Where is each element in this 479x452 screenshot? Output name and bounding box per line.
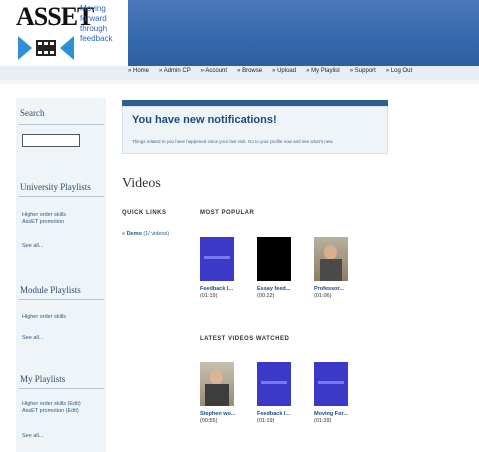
video-duration: (01:06) (314, 293, 332, 299)
main-nav: » Home » Admin CP » Account » Browse » U… (128, 68, 412, 74)
videos-title: Videos (122, 176, 161, 191)
logo-tagline: Moving forward through feedback (80, 4, 113, 43)
video-title: Feedback I... (257, 411, 291, 417)
notification-text: Things related to you have happened sinc… (132, 139, 334, 144)
university-see-all-link[interactable]: See all... (22, 243, 43, 250)
video-title: Moving For... (314, 411, 348, 417)
video-thumbnail[interactable] (314, 237, 348, 281)
video-caption[interactable]: Moving For... (01:29) (314, 411, 348, 425)
university-playlists-title: University Playlists (20, 182, 91, 192)
module-playlists-title: Module Playlists (20, 285, 81, 295)
video-caption[interactable]: Professor... (01:06) (314, 286, 344, 300)
nav-admin-cp[interactable]: » Admin CP (159, 68, 191, 74)
list-item[interactable]: Higher order skills (22, 314, 66, 321)
video-caption[interactable]: Stephen wo... (00:55) (200, 411, 235, 425)
sidebar (16, 98, 106, 452)
nav-bar-lower (0, 80, 479, 84)
video-thumbnail[interactable] (200, 362, 234, 406)
my-see-all-link[interactable]: See all... (22, 433, 43, 440)
video-title: Feedback I... (200, 286, 234, 292)
nav-browse[interactable]: » Browse (237, 68, 262, 74)
nav-upload[interactable]: » Upload (272, 68, 296, 74)
video-duration: (01:19) (257, 418, 275, 424)
nav-my-playlist[interactable]: » My Playlist (306, 68, 340, 74)
video-thumbnail[interactable] (314, 362, 348, 406)
divider (18, 196, 104, 197)
list-item[interactable]: Higher order skills (Edit) (22, 401, 81, 408)
notification-title: You have new notifications! (132, 114, 277, 126)
video-title: Professor... (314, 286, 344, 292)
university-playlist-list: Higher order skills AssET promotion (22, 212, 66, 226)
nav-support[interactable]: » Support (350, 68, 376, 74)
logo[interactable]: ASSET Moving forward through feedback (0, 0, 128, 66)
module-see-all-link[interactable]: See all... (22, 335, 43, 342)
latest-watched-title: LATEST VIDEOS WATCHED (200, 336, 290, 342)
most-popular-title: MOST POPULAR (200, 210, 255, 216)
list-item[interactable]: AssET promotion (22, 219, 66, 226)
video-duration: (01:29) (314, 418, 332, 424)
nav-log-out[interactable]: » Log Out (386, 68, 412, 74)
video-thumbnail[interactable] (257, 362, 291, 406)
quick-link-demo[interactable]: » Demo (1/ videos) (122, 231, 169, 237)
video-title: Essay feed... (257, 286, 291, 292)
quick-links-title: QUICK LINKS (122, 210, 167, 216)
video-duration: (01:19) (200, 293, 218, 299)
divider (18, 124, 104, 125)
search-input[interactable] (22, 134, 80, 147)
divider (18, 299, 104, 300)
video-title: Stephen wo... (200, 411, 236, 417)
video-duration: (00:55) (200, 418, 218, 424)
nav-account[interactable]: » Account (201, 68, 227, 74)
quick-link-label: » Demo (122, 231, 142, 237)
list-item[interactable]: Higher order skills (22, 212, 66, 219)
video-duration: (00:22) (257, 293, 275, 299)
video-caption[interactable]: Feedback I... (01:19) (200, 286, 233, 300)
quick-link-count: (1/ videos) (143, 231, 170, 237)
nav-home[interactable]: » Home (128, 68, 149, 74)
list-item[interactable]: AssET promotion (Edit) (22, 408, 81, 415)
video-caption[interactable]: Feedback I... (01:19) (257, 411, 290, 425)
my-playlist-list: Higher order skills (Edit) AssET promoti… (22, 401, 81, 415)
divider (18, 388, 104, 389)
video-thumbnail[interactable] (200, 237, 234, 281)
video-caption[interactable]: Essay feed... (00:22) (257, 286, 290, 300)
search-title: Search (20, 108, 45, 118)
video-thumbnail[interactable] (257, 237, 291, 281)
film-arrows-icon (18, 36, 74, 60)
my-playlists-title: My Playlists (20, 374, 66, 384)
